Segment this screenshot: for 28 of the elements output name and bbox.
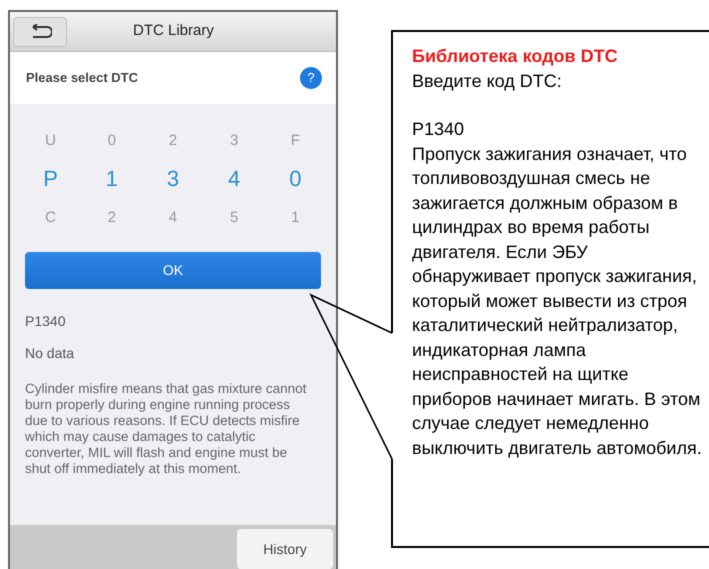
back-button[interactable]: [13, 16, 67, 46]
picker-value[interactable]: 3: [230, 122, 238, 159]
picker-value[interactable]: 5: [230, 199, 238, 236]
dtc-code: P1340: [25, 312, 66, 331]
callout-description: Пропуск зажигания означает, что топливовоздушная смесь не зажигается должным образом в цилиндрах во время работы двигателя. Если ЭБУ обнаруживает пропуск зажигания, который может вывести из строя каталитический нейтрализатор, индикаторная лампа неисправностей на щитке приборов начинает мигать. В этом случае следует немедленно выключить двигатель автомобиля.: [412, 142, 702, 460]
picker-value[interactable]: 0: [108, 122, 116, 159]
picker-value[interactable]: 1: [291, 199, 300, 236]
picker-value[interactable]: F: [290, 122, 300, 159]
dtc-status: No data: [25, 344, 76, 363]
picker-value[interactable]: 4: [228, 159, 240, 199]
picker-value[interactable]: 2: [108, 199, 116, 236]
picker-value[interactable]: C: [45, 199, 56, 236]
help-icon[interactable]: ?: [300, 67, 322, 89]
history-button[interactable]: History: [237, 529, 333, 569]
picker-value[interactable]: 3: [166, 159, 180, 199]
dtc-description: Cylinder misfire means that gas mixture cannot burn properly during engine running process due to various reasons. If ECU detects misfire which may cause damages to catalytic converter, MIL will flash and engine must be shut off immediately at this moment.: [25, 381, 307, 477]
callout-code: P1340: [412, 118, 466, 141]
picker-value[interactable]: P: [43, 159, 58, 199]
callout-title: Библиотека кодов DTC: [412, 45, 619, 68]
picker-value[interactable]: 1: [106, 159, 118, 199]
ok-button[interactable]: OK: [25, 252, 321, 289]
picker-value[interactable]: 4: [168, 199, 178, 236]
screen-title: DTC Library: [133, 21, 214, 42]
picker-value[interactable]: 2: [168, 122, 178, 159]
prompt-label: Please select DTC: [26, 69, 138, 88]
callout-prompt: Введите код DTC:: [412, 70, 563, 93]
picker-value[interactable]: 0: [289, 159, 302, 199]
picker-value[interactable]: U: [45, 122, 56, 159]
